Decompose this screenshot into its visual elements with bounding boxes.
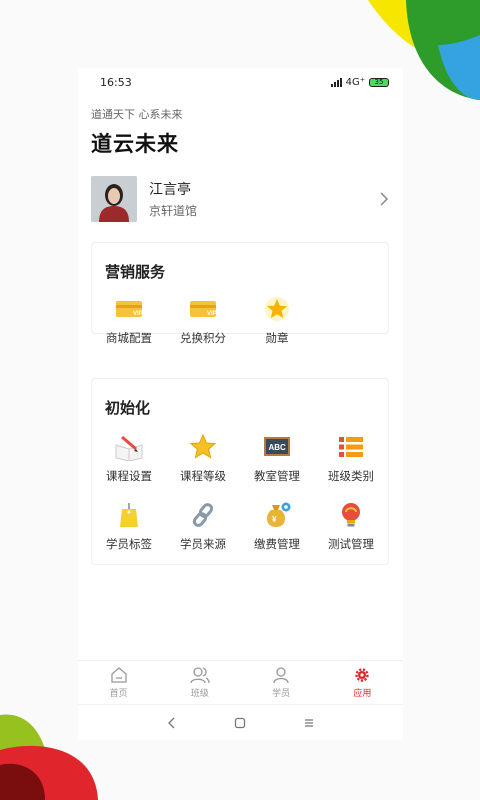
menu-icon[interactable] [303,717,315,729]
app-gear-icon [355,668,370,682]
tab-home[interactable]: 首页 [78,661,159,704]
status-time: 16:53 [100,75,132,89]
star-icon [188,432,218,462]
tab-label: 班级 [190,689,209,699]
phone-screen: 16:53 4G⁺ 35 道通天下 心系未来 道云未来 江言亭 京轩道馆 营销服… [78,68,403,740]
init-title: 初始化 [105,399,151,417]
system-nav-bar [78,704,403,740]
tab-apps[interactable]: 应用 [322,661,403,704]
marketing-item-label: 兑换积分 [180,331,226,345]
svg-text:¥: ¥ [272,515,277,524]
chain-link-icon [188,500,218,530]
tab-label: 首页 [109,689,128,699]
users-icon [190,667,210,684]
medal-star-icon [262,294,292,324]
network-type: 4G⁺ [345,76,365,88]
init-item-test[interactable]: 测试管理 [314,496,388,564]
home-square-icon[interactable] [234,717,246,729]
user-icon [273,667,289,684]
marketing-card: 营销服务 VIP 商城配置 VIP 兑换积分 勋章 [91,242,389,345]
avatar [91,176,137,222]
init-item-class-type[interactable]: 班级类别 [314,428,388,496]
lightbulb-icon [336,500,366,530]
vip-card-icon: VIP [188,294,218,324]
init-item-student-source[interactable]: 学员来源 [166,496,240,564]
svg-text:ABC: ABC [269,443,287,452]
chevron-right-icon [380,192,389,206]
tab-label: 学员 [272,689,291,699]
status-bar: 16:53 4G⁺ 35 [78,68,403,96]
profile-name: 江言亭 [149,182,191,198]
back-icon[interactable] [166,717,178,729]
init-item-label: 学员标签 [106,537,152,551]
marketing-title: 营销服务 [105,263,166,281]
slogan: 道通天下 心系未来 [91,108,183,121]
vip-card-icon: VIP [114,294,144,324]
battery-level: 35 [374,77,384,86]
tab-label: 应用 [353,689,372,699]
init-item-course-settings[interactable]: 课程设置 [92,428,166,496]
money-bag-icon: ¥ [262,500,292,530]
tab-class[interactable]: 班级 [159,661,240,704]
profile-school: 京轩道馆 [149,204,198,218]
tab-bar: 首页 班级 学员 应用 [78,660,403,704]
init-item-label: 教室管理 [254,469,300,483]
list-icon [336,432,366,462]
svg-text:VIP: VIP [133,311,143,317]
marketing-item-points[interactable]: VIP 兑换积分 [166,290,240,358]
init-item-label: 课程设置 [106,469,152,483]
init-item-label: 测试管理 [328,537,374,551]
init-item-label: 班级类别 [328,469,374,483]
init-item-label: 缴费管理 [254,537,300,551]
page-title: 道云未来 [91,132,179,156]
open-book-pencil-icon [114,432,144,462]
init-item-payment[interactable]: ¥ 缴费管理 [240,496,314,564]
marketing-item-label: 商城配置 [106,331,152,345]
init-item-student-tag[interactable]: 学员标签 [92,496,166,564]
marketing-item-shop-config[interactable]: VIP 商城配置 [92,290,166,358]
home-icon [110,667,127,683]
signal-icon [330,77,342,87]
abc-blackboard-icon: ABC [262,432,292,462]
init-card: 初始化 课程设置 课程等级 ABC 教室管理 班级类别 学员标签 学员来源 ¥ … [91,378,389,565]
init-item-course-level[interactable]: 课程等级 [166,428,240,496]
svg-text:VIP: VIP [207,311,217,317]
status-indicators: 4G⁺ 35 [330,76,389,88]
tag-icon [114,500,144,530]
init-item-classroom[interactable]: ABC 教室管理 [240,428,314,496]
profile-row[interactable]: 江言亭 京轩道馆 [91,176,403,222]
marketing-item-label: 勋章 [265,331,289,345]
init-item-label: 课程等级 [180,469,226,483]
init-item-label: 学员来源 [180,537,226,551]
marketing-item-medal[interactable]: 勋章 [240,290,314,358]
battery-icon: 35 [369,77,389,87]
tab-student[interactable]: 学员 [241,661,322,704]
